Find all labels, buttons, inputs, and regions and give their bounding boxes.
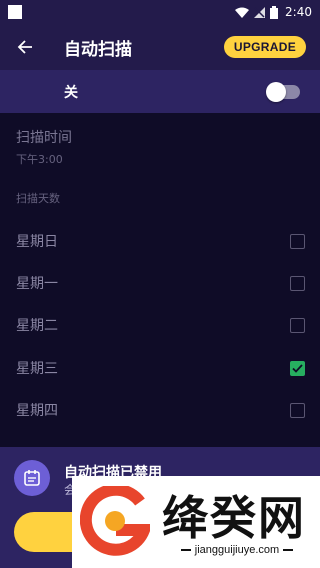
day-checkbox[interactable]	[290, 402, 305, 418]
day-label: 星期二	[16, 318, 58, 334]
scan-time-setting[interactable]: 扫描时间 下午3:00	[16, 127, 72, 167]
day-row-monday[interactable]: 星期一	[0, 262, 320, 304]
battery-icon	[270, 5, 279, 19]
day-checkbox[interactable]	[290, 317, 305, 333]
watermark-overlay: 绛癸网 jiangguijiuye.com	[72, 476, 320, 568]
toggle-label: 关	[64, 84, 78, 101]
auto-scan-toggle-row[interactable]: 关	[0, 70, 320, 113]
arrow-left-icon	[17, 40, 32, 54]
scan-time-value: 下午3:00	[16, 153, 63, 166]
day-label: 星期日	[16, 234, 58, 250]
switch-knob	[266, 81, 286, 102]
checkmark-icon	[292, 363, 303, 373]
day-checkbox-checked[interactable]	[290, 360, 305, 376]
scan-time-title: 扫描时间	[16, 130, 72, 146]
app-bar: 自动扫描 UPGRADE	[0, 24, 320, 70]
day-checkbox[interactable]	[290, 275, 305, 291]
day-row-tuesday[interactable]: 星期二	[0, 304, 320, 346]
notification-icon	[8, 5, 22, 19]
status-bar: 2:40	[0, 0, 320, 24]
day-row-sunday[interactable]: 星期日	[0, 220, 320, 262]
wifi-icon	[235, 7, 250, 18]
day-row-thursday[interactable]: 星期四	[0, 389, 320, 431]
status-icons: 2:40	[235, 5, 312, 19]
watermark-url: jiangguijiuye.com	[162, 544, 312, 556]
day-checkbox[interactable]	[290, 233, 305, 249]
day-label: 星期四	[16, 403, 58, 419]
auto-scan-switch[interactable]	[266, 81, 300, 102]
day-label: 星期一	[16, 276, 58, 292]
watermark-logo-icon	[80, 486, 150, 556]
status-time: 2:40	[285, 5, 312, 19]
page-title: 自动扫描	[64, 39, 132, 60]
calendar-icon	[14, 460, 50, 496]
watermark-brand: 绛癸网	[162, 491, 306, 545]
back-button[interactable]	[0, 24, 50, 70]
signal-icon	[254, 6, 266, 18]
scan-days-label: 扫描天数	[16, 192, 60, 205]
day-row-wednesday[interactable]: 星期三	[0, 347, 320, 389]
upgrade-button[interactable]: UPGRADE	[223, 36, 306, 58]
day-label: 星期三	[16, 361, 58, 377]
